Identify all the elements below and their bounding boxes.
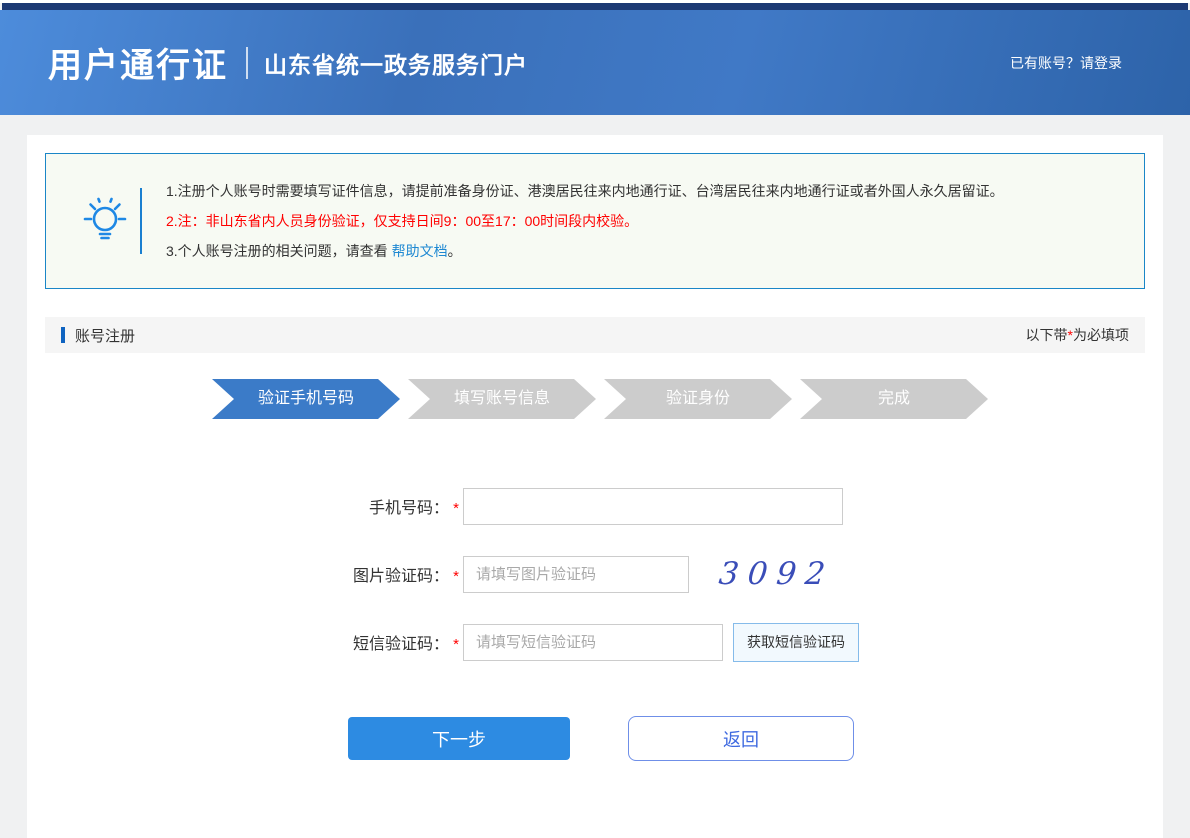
phone-input[interactable]: [463, 488, 843, 525]
notice-divider: [140, 188, 142, 254]
get-sms-code-button[interactable]: 获取短信验证码: [733, 623, 859, 662]
next-step-button[interactable]: 下一步: [348, 717, 570, 760]
step-fill-account-info: 填写账号信息: [408, 379, 596, 419]
image-captcha-input[interactable]: [463, 556, 689, 593]
action-buttons: 下一步 返回: [348, 716, 1145, 761]
sms-code-input[interactable]: [463, 624, 723, 661]
notice-line-3: 3.个人账号注册的相关问题，请查看 帮助文档。: [166, 236, 1004, 266]
help-doc-link[interactable]: 帮助文档: [392, 243, 448, 259]
step-verify-phone: 验证手机号码: [212, 379, 400, 419]
image-captcha-label: 图片验证码：: [45, 562, 449, 586]
image-captcha-row: 图片验证码： * 3092: [45, 555, 1145, 593]
brand-title: 用户通行证: [48, 38, 228, 87]
phone-label: 手机号码：: [45, 494, 449, 518]
sms-code-row: 短信验证码： * 获取短信验证码: [45, 623, 1145, 661]
section-bar: 账号注册 以下带*为必填项: [45, 317, 1145, 353]
portal-name: 山东省统一政务服务门户: [264, 46, 528, 80]
section-marker: [61, 327, 65, 343]
step-verify-identity: 验证身份: [604, 379, 792, 419]
login-link[interactable]: 已有账号？请登录: [1010, 53, 1122, 73]
page-header: 用户通行证 山东省统一政务服务门户 已有账号？请登录: [0, 10, 1190, 115]
registration-form: 手机号码： * 图片验证码： * 3092 短信验证码： * 获取短信验证码 下…: [45, 487, 1145, 761]
notice-line-2: 2.注：非山东省内人员身份验证，仅支持日间9：00至17：00时间段内校验。: [166, 206, 1004, 236]
captcha-image[interactable]: 3092: [707, 556, 846, 592]
notice-line-3-suffix: 。: [448, 243, 462, 259]
title-divider: [246, 47, 248, 79]
step-wizard: 验证手机号码 填写账号信息 验证身份 完成: [212, 379, 1145, 419]
main-container: 1.注册个人账号时需要填写证件信息，请提前准备身份证、港澳居民往来内地通行证、台…: [27, 135, 1163, 838]
sms-code-label: 短信验证码：: [45, 630, 449, 654]
notice-line-3-text: 3.个人账号注册的相关问题，请查看: [166, 243, 392, 259]
image-captcha-required-star: *: [449, 564, 463, 585]
notice-line-1: 1.注册个人账号时需要填写证件信息，请提前准备身份证、港澳居民往来内地通行证、台…: [166, 176, 1004, 206]
top-navy-strip: [2, 3, 1188, 10]
required-note: 以下带*为必填项: [1026, 325, 1129, 345]
section-title: 账号注册: [75, 325, 135, 346]
step-complete: 完成: [800, 379, 988, 419]
phone-required-star: *: [449, 496, 463, 517]
sms-code-required-star: *: [449, 632, 463, 653]
notice-box: 1.注册个人账号时需要填写证件信息，请提前准备身份证、港澳居民往来内地通行证、台…: [45, 153, 1145, 289]
lightbulb-icon: [72, 195, 138, 247]
back-button[interactable]: 返回: [628, 716, 854, 761]
phone-row: 手机号码： *: [45, 487, 1145, 525]
